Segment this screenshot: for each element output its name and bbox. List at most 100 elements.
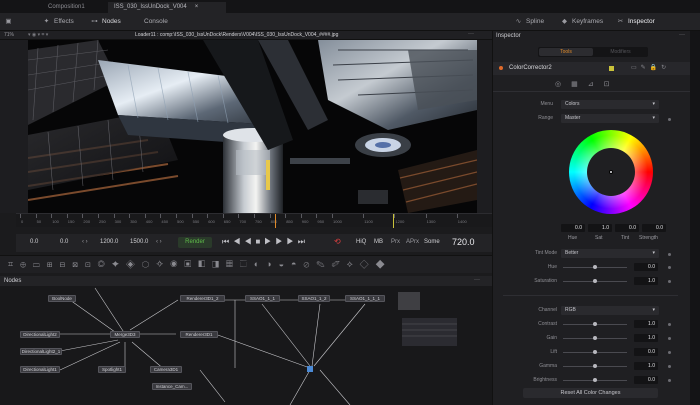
chevron-down-icon: ▾ <box>652 307 655 313</box>
node-directionallight2[interactable]: DirectionalLight2 <box>20 331 60 338</box>
color-wheel[interactable] <box>569 130 653 214</box>
node-instance-camera[interactable]: Instance_Cam... <box>152 383 192 390</box>
tool-icons[interactable]: ⌗⊕▭⊞⊟⊠⊡◎✦◈⬡✧◉▣◧◨▦⬚◐◑◒◓⊘✎✐⟡◇◆ <box>8 259 392 270</box>
saturation-slider-knob[interactable] <box>593 279 597 283</box>
current-frame[interactable]: 720.0 <box>452 237 475 247</box>
keyframe-dot-icon[interactable] <box>668 365 671 368</box>
node-ssao1-1-1-1[interactable]: SSAO1_1_1_1 <box>345 295 385 302</box>
menu-dropdown[interactable]: Colors ▾ <box>561 100 659 109</box>
tab-composition1[interactable]: Composition1 <box>42 2 91 13</box>
render-end-field[interactable]: 1200.0 <box>100 239 118 245</box>
gain-value[interactable]: 1.0 <box>634 334 658 342</box>
loop-icon[interactable]: ⟲ <box>334 237 341 246</box>
more-options-icon[interactable]: ··· <box>679 32 685 38</box>
gain-slider-knob[interactable] <box>593 336 597 340</box>
tab-iss-030[interactable]: ISS_030_IssUnDock_V004 × <box>108 2 226 13</box>
zoom-level[interactable]: 71% <box>4 32 14 38</box>
node-camera3d1[interactable]: Camera3D1 <box>150 366 182 373</box>
effects-button[interactable]: ✦ Effects <box>42 16 74 28</box>
aprx-toggle[interactable]: APrx <box>406 239 419 245</box>
tool-enable-icon[interactable] <box>499 66 503 70</box>
tab-tools[interactable]: Tools <box>539 48 593 56</box>
viewer-options-icon[interactable]: ▾ ◉ ▾ ⌗ ▾ <box>28 32 48 38</box>
keyframe-dot-icon[interactable] <box>668 280 671 283</box>
gamma-slider-knob[interactable] <box>593 364 597 368</box>
ruler-tick <box>394 214 396 218</box>
contrast-slider-knob[interactable] <box>593 322 597 326</box>
keyframe-dot-icon[interactable] <box>668 351 671 354</box>
tool-header-icons[interactable]: ▭✎🔒↻ <box>631 64 670 71</box>
node-boolnode[interactable]: BoolNode <box>48 295 76 302</box>
strength-field[interactable]: 0.0 <box>642 224 666 232</box>
render-start-field[interactable]: 0.0 <box>60 239 68 245</box>
color-wheel-handle[interactable] <box>609 170 613 174</box>
keyframe-dot-icon[interactable] <box>668 323 671 326</box>
viewer-left-margin <box>0 40 28 213</box>
tool-header[interactable]: ColorCorrector2 ▭✎🔒↻ <box>493 62 691 75</box>
hue-value[interactable]: 0.0 <box>634 263 658 271</box>
saturation-value[interactable]: 1.0 <box>634 277 658 285</box>
console-button[interactable]: Console <box>144 16 168 28</box>
ruler-tick <box>176 214 177 218</box>
node-spotlight1[interactable]: Spotlight1 <box>98 366 126 373</box>
prx-toggle[interactable]: Prx <box>391 239 400 245</box>
keyframe-dot-icon[interactable] <box>668 379 671 382</box>
playhead[interactable] <box>275 214 276 228</box>
node-merge3d3[interactable]: Merge3D3 <box>110 331 140 338</box>
spline-button[interactable]: ∿ Spline <box>514 16 544 28</box>
contrast-value[interactable]: 1.0 <box>634 320 658 328</box>
reset-all-color-changes-button[interactable]: Reset All Color Changes <box>523 388 658 398</box>
keyframe-dot-icon[interactable] <box>668 266 671 269</box>
range-arrows-icon[interactable]: ‹ › <box>156 239 162 245</box>
hiq-toggle[interactable]: HiQ <box>356 239 366 245</box>
subtab-icons[interactable]: ◎▦⊿⊡ <box>555 80 619 88</box>
inspector-button[interactable]: ✂ Inspector <box>616 16 655 28</box>
keyframe-dot-icon[interactable] <box>668 118 671 121</box>
node-renderer3d1-2[interactable]: Renderer3D1_2 <box>180 295 225 302</box>
range-arrows-icon[interactable]: ‹ › <box>82 239 88 245</box>
keyframe-dot-icon[interactable] <box>668 337 671 340</box>
render-button[interactable]: Render <box>178 237 212 248</box>
hue-field[interactable]: 0.0 <box>561 224 585 232</box>
lift-value[interactable]: 0.0 <box>634 348 658 356</box>
channel-dropdown[interactable]: RGB ▾ <box>561 306 659 315</box>
node-ssao1-1-2[interactable]: SSAO1_1_2 <box>298 295 330 302</box>
more-options-icon[interactable]: ··· <box>468 31 474 37</box>
render-end-marker[interactable] <box>393 214 394 228</box>
ruler-tick <box>456 214 458 218</box>
close-icon[interactable]: × <box>195 4 199 10</box>
node-directionallight1[interactable]: DirectionalLight1 <box>20 366 60 373</box>
node-graph[interactable]: BoolNode DirectionalLight2 DirectionalLi… <box>0 286 492 405</box>
sat-field[interactable]: 1.0 <box>588 224 612 232</box>
brightness-value[interactable]: 0.0 <box>634 376 658 384</box>
node-connections <box>59 287 457 405</box>
keyframe-dot-icon[interactable] <box>668 253 671 256</box>
ruler-tick-label: 900 <box>301 219 309 224</box>
node-renderer3d1[interactable]: Renderer3D1 <box>180 331 218 338</box>
global-start-field[interactable]: 0.0 <box>30 239 38 245</box>
some-toggle[interactable]: Some <box>424 239 440 245</box>
inspector-scrollbar[interactable] <box>690 31 700 405</box>
mb-toggle[interactable]: MB <box>374 239 383 245</box>
playback-controls[interactable]: ⏮◀◀■▶▶▶⏭ <box>222 237 309 247</box>
tab-modifiers[interactable]: Modifiers <box>594 48 647 56</box>
hue-slider-knob[interactable] <box>593 265 597 269</box>
tool-color-swatch[interactable] <box>609 66 614 71</box>
ruler-tick <box>20 214 21 218</box>
collapse-toggle[interactable]: ▣ <box>4 16 16 28</box>
global-end-field[interactable]: 1500.0 <box>130 239 148 245</box>
node-directionallight2-1[interactable]: DirectionalLight2_1 <box>20 348 62 355</box>
tint-field[interactable]: 0.0 <box>615 224 639 232</box>
tint-mode-dropdown[interactable]: Better ▾ <box>561 249 659 258</box>
node-ssao1-1-1[interactable]: SSAO1_1_1 <box>245 295 280 302</box>
channel-value: RGB <box>565 307 576 313</box>
nodes-button[interactable]: ⊶ Nodes <box>90 16 121 28</box>
viewer-image[interactable] <box>28 40 477 213</box>
brightness-slider-knob[interactable] <box>593 378 597 382</box>
range-dropdown[interactable]: Master ▾ <box>561 114 659 123</box>
time-ruler[interactable]: 0 50 100 150 200 250 300 350 400 450 500 550 600 650 7… <box>16 213 492 228</box>
keyframes-button[interactable]: ◆ Keyframes <box>560 16 603 28</box>
gamma-value[interactable]: 1.0 <box>634 362 658 370</box>
lift-slider-knob[interactable] <box>593 350 597 354</box>
more-options-icon[interactable]: ··· <box>474 277 480 283</box>
